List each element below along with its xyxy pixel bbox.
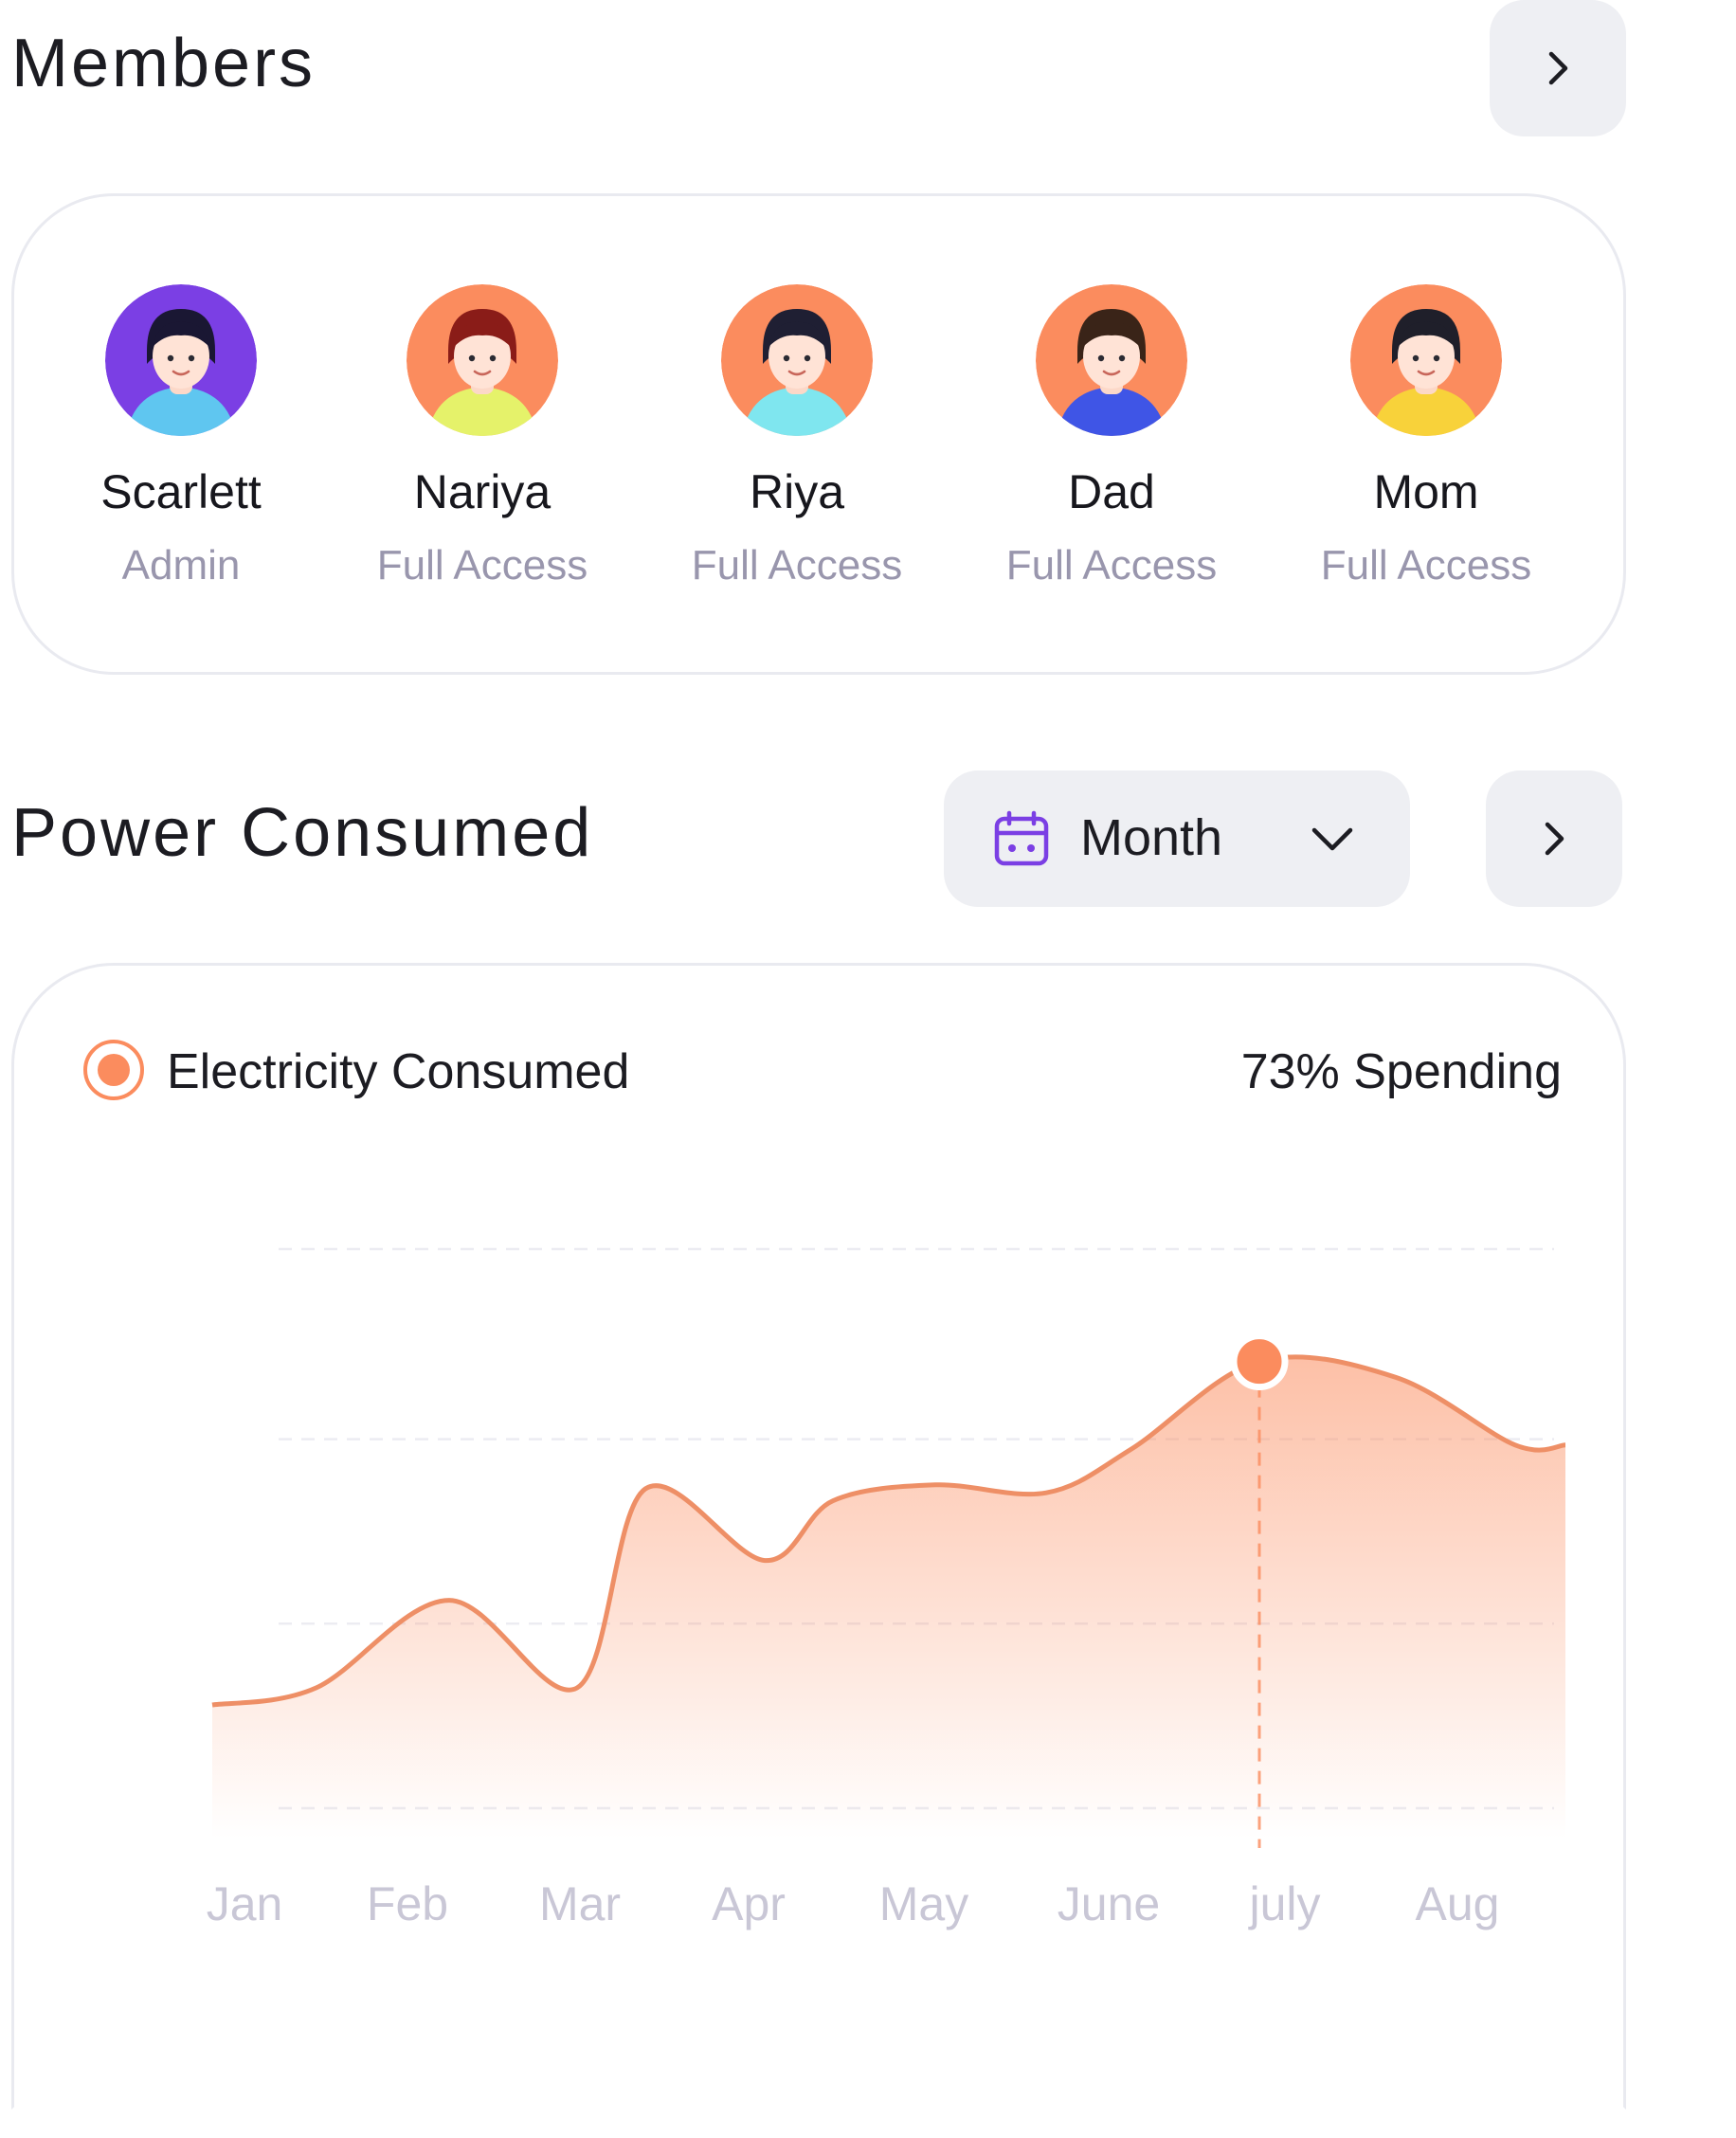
power-chart: Jan Feb Mar Apr May June july Aug (207, 1247, 1566, 1930)
calendar-icon (994, 810, 1049, 866)
member-name: Dad (1068, 465, 1155, 518)
avatar (105, 284, 257, 436)
member-role: Admin (121, 542, 241, 589)
x-tick-label: June (1058, 1877, 1160, 1930)
member-item[interactable]: Dad Full Access (955, 284, 1268, 589)
member-role: Full Access (1320, 542, 1532, 589)
x-tick-label: May (879, 1877, 968, 1930)
period-label: Month (1080, 809, 1223, 866)
members-next-button[interactable] (1490, 0, 1626, 136)
member-role: Full Access (1005, 542, 1218, 589)
member-item[interactable]: Mom Full Access (1270, 284, 1582, 589)
period-dropdown[interactable]: Month (944, 770, 1410, 907)
chevron-down-icon (1311, 827, 1353, 851)
avatar (407, 284, 558, 436)
member-name: Mom (1373, 465, 1479, 518)
x-tick-label: Aug (1416, 1877, 1500, 1930)
x-tick-label: Jan (207, 1877, 283, 1930)
x-tick-label: july (1247, 1877, 1320, 1930)
member-item[interactable]: Scarlett Admin (25, 284, 337, 589)
member-name: Scarlett (100, 465, 262, 518)
series-area (212, 1356, 1565, 1839)
member-name: Nariya (413, 465, 552, 518)
chevron-right-icon (1548, 51, 1568, 85)
avatar (1036, 284, 1187, 436)
legend-marker (83, 1040, 144, 1100)
member-role: Full Access (691, 542, 903, 589)
x-tick-label: Apr (712, 1877, 786, 1930)
avatar (1350, 284, 1502, 436)
member-role: Full Access (376, 542, 588, 589)
x-tick-label: Mar (539, 1877, 621, 1930)
spending-value: 73% Spending (1240, 1044, 1562, 1099)
x-tick-label: Feb (367, 1877, 448, 1930)
avatar (721, 284, 873, 436)
chevron-right-icon (1545, 822, 1564, 856)
member-item[interactable]: Nariya Full Access (326, 284, 639, 589)
highlight-point[interactable] (1230, 1332, 1289, 1391)
power-next-button[interactable] (1486, 770, 1622, 907)
member-item[interactable]: Riya Full Access (641, 284, 953, 589)
members-title: Members (11, 26, 316, 101)
member-name: Riya (749, 465, 845, 518)
legend-label: Electricity Consumed (167, 1044, 630, 1099)
power-consumed-title: Power Consumed (11, 795, 594, 871)
